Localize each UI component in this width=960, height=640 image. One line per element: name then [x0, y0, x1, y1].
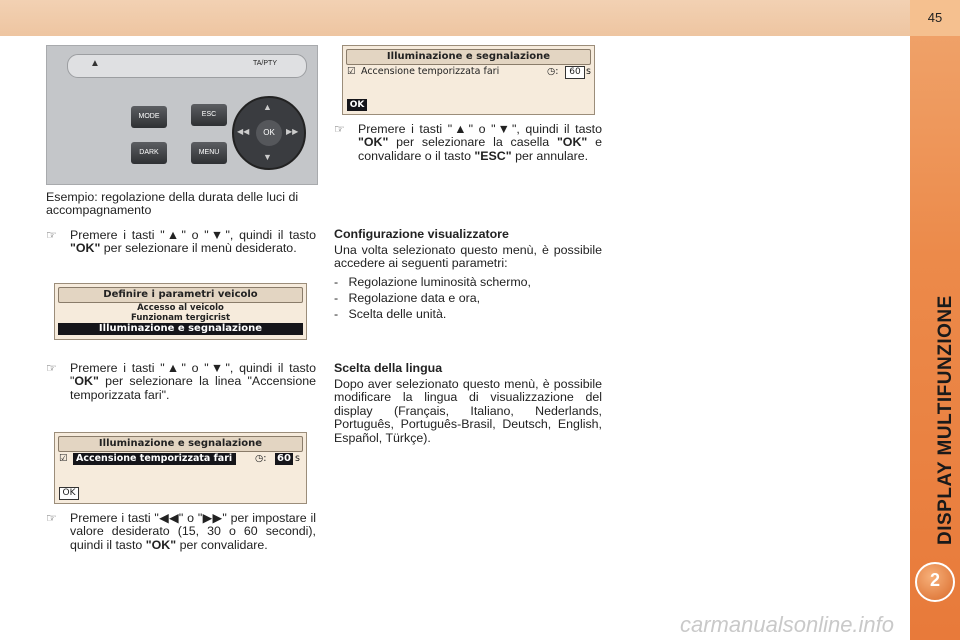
section-heading: Scelta della lingua — [334, 361, 443, 375]
header-band — [0, 0, 910, 36]
clock-icon: ◷: — [255, 453, 267, 464]
list-item: - Scelta delle unità. — [334, 307, 447, 321]
setting-unit: s — [295, 453, 300, 464]
forward-icon: ▶▶ — [286, 127, 299, 136]
pointer-icon: ☞ — [334, 122, 345, 136]
rewind-icon: ◀◀ — [237, 127, 250, 136]
screen-title: Definire i parametri veicolo — [58, 287, 303, 303]
list-item: - Regolazione data e ora, — [334, 291, 481, 305]
display-screen-menu: Definire i parametri veicolo Accesso al … — [54, 283, 307, 340]
menu-item-selected: Illuminazione e segnalazione — [58, 323, 303, 335]
section-intro: Una volta selezionato questo menù, è pos… — [334, 243, 602, 271]
up-arrow-icon: ▲ — [263, 102, 272, 112]
setting-value: 60 — [275, 453, 293, 465]
menu-button: MENU — [191, 142, 227, 164]
instruction-step-3: ☞ Premere i tasti "◀◀" o "▶▶" per impost… — [46, 511, 316, 552]
instruction-step-1: ☞ Premere i tasti "▲" o "▼", quindi il t… — [46, 228, 316, 256]
esc-button: ESC — [191, 104, 227, 126]
instruction-step-2: ☞ Premere i tasti "▲" o "▼", quindi il t… — [46, 361, 316, 402]
ok-box: OK — [59, 487, 79, 500]
mode-button: MODE — [131, 106, 167, 128]
navigation-pad: OK ▲ ▼ ◀◀ ▶▶ — [232, 96, 306, 170]
list-item: - Regolazione luminosità schermo, — [334, 275, 531, 289]
setting-value: 60 — [565, 66, 585, 79]
setting-unit: s — [586, 66, 591, 77]
chapter-number: 2 — [929, 570, 940, 590]
instruction-step-confirm: ☞ Premere i tasti "▲" o "▼", quindi il t… — [334, 122, 602, 163]
ok-box-selected: OK — [347, 99, 367, 111]
section-body: Dopo aver selezionato questo menù, è pos… — [334, 377, 602, 445]
chapter-badge: 2 — [915, 562, 955, 602]
screen-title: Illuminazione e segnalazione — [346, 49, 591, 65]
chapter-title: DISPLAY MULTIFUNZIONE — [935, 295, 956, 545]
display-screen-confirm: Illuminazione e segnalazione ☑ Accension… — [342, 45, 595, 115]
display-screen-setting: Illuminazione e segnalazione ☑ Accension… — [54, 432, 307, 504]
ta-pty-button: TA/PTY — [253, 60, 277, 67]
image-caption: Esempio: regolazione della durata delle … — [46, 190, 299, 218]
radio-panel-image: ▲ TA/PTY MODE DARK ESC MENU OK ▲ ▼ ◀◀ ▶▶ — [46, 45, 318, 185]
screen-title: Illuminazione e segnalazione — [58, 436, 303, 452]
pointer-icon: ☞ — [46, 228, 57, 242]
pointer-icon: ☞ — [46, 361, 57, 375]
checkbox-icon: ☑ — [59, 453, 68, 464]
setting-row: Accensione temporizzata fari — [361, 66, 500, 77]
dark-button: DARK — [131, 142, 167, 164]
pointer-icon: ☞ — [46, 511, 57, 525]
ok-button: OK — [256, 120, 282, 146]
watermark: carmanualsonline.info — [680, 612, 895, 637]
eject-button: ▲ — [90, 58, 100, 69]
clock-icon: ◷: — [547, 66, 559, 77]
page-number: 45 — [927, 10, 943, 25]
setting-row-selected: Accensione temporizzata fari — [73, 453, 236, 465]
section-heading: Configurazione visualizzatore — [334, 227, 509, 241]
checkbox-icon: ☑ — [347, 66, 356, 77]
down-arrow-icon: ▼ — [263, 152, 272, 162]
